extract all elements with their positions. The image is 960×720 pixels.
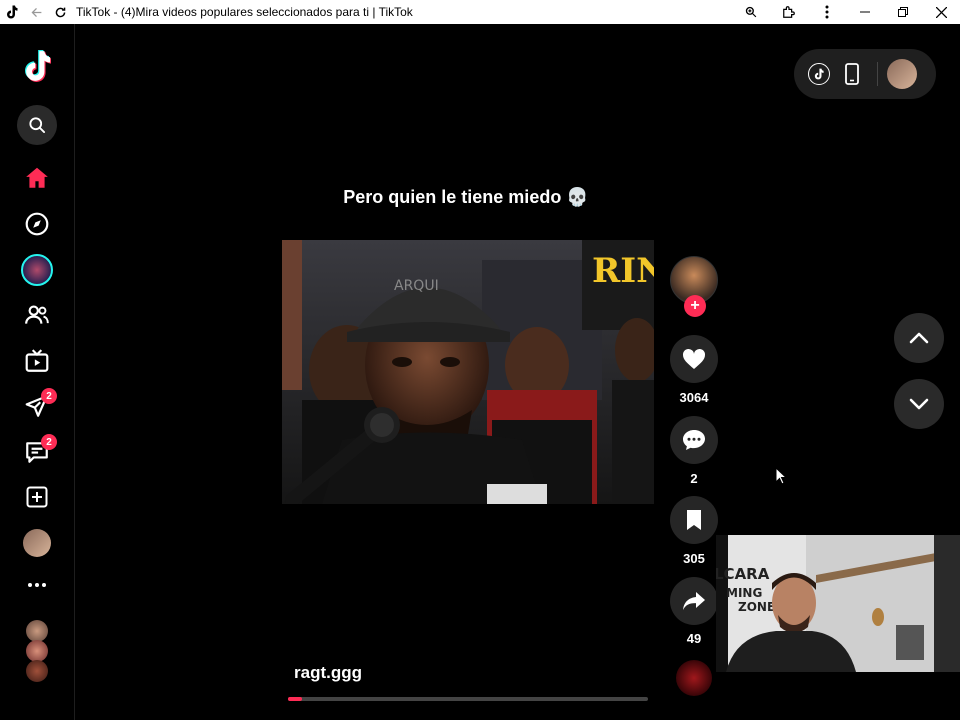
video-progress-fill — [288, 697, 303, 701]
previous-video-button[interactable] — [894, 313, 944, 363]
webcam-overlay: LCARA MING ZONE — [716, 535, 960, 672]
following-avatar[interactable] — [26, 640, 48, 662]
extensions-icon[interactable] — [770, 0, 808, 24]
heart-icon — [682, 348, 706, 369]
messages-send-icon[interactable]: 2 — [17, 386, 57, 426]
tiktok-logo-icon[interactable] — [17, 46, 57, 86]
close-icon[interactable] — [922, 0, 960, 24]
follow-plus-button[interactable]: + — [684, 295, 706, 317]
share-button[interactable] — [670, 577, 718, 625]
cap-text: ARQUI — [394, 278, 439, 294]
sidebar: 2 2 — [0, 24, 75, 720]
video-frame-image: RIN ARQUI — [282, 240, 654, 504]
webcam-image: LCARA MING ZONE — [716, 535, 960, 672]
share-arrow-icon — [683, 592, 705, 610]
profile-avatar[interactable] — [17, 523, 57, 563]
browser-titlebar: TikTok - (4)Mira videos populares selecc… — [0, 0, 960, 24]
search-icon[interactable] — [17, 105, 57, 145]
sound-disc-icon[interactable] — [676, 660, 712, 696]
following-avatar[interactable] — [26, 620, 48, 642]
following-users-icon[interactable] — [17, 295, 57, 335]
mouse-cursor-icon — [775, 466, 788, 490]
menu-kebab-icon[interactable] — [808, 0, 846, 24]
mobile-app-icon[interactable] — [842, 62, 862, 91]
window-title: TikTok - (4)Mira videos populares selecc… — [76, 5, 413, 19]
video-caption: Pero quien le tiene miedo 💀 — [343, 187, 589, 207]
tiktok-page: 2 2 Pero quien le tiene miedo 💀 RIN ARQU… — [0, 24, 960, 720]
account-avatar[interactable] — [887, 59, 917, 89]
explore-compass-icon[interactable] — [17, 204, 57, 244]
chevron-down-icon — [909, 398, 929, 410]
zoom-icon[interactable] — [732, 0, 770, 24]
comment-icon — [683, 430, 705, 450]
video-player[interactable]: RIN ARQUI — [282, 240, 654, 504]
save-button[interactable] — [670, 496, 718, 544]
live-avatar-icon[interactable] — [17, 250, 57, 290]
restore-icon[interactable] — [884, 0, 922, 24]
video-progress-bar[interactable] — [288, 697, 648, 701]
top-right-toolbar — [794, 49, 936, 99]
inbox-comment-icon[interactable]: 2 — [17, 432, 57, 472]
back-icon[interactable] — [24, 0, 48, 24]
video-author-username[interactable]: ragt.ggg — [294, 663, 362, 683]
home-icon[interactable] — [17, 158, 57, 198]
wall-text-2: MING — [726, 586, 762, 600]
wall-text-1: LCARA — [716, 565, 770, 583]
bookmark-icon — [687, 510, 701, 530]
tiktok-app-icon — [0, 0, 24, 24]
overlay-logo-text: RIN — [592, 251, 654, 291]
like-count: 3064 — [679, 390, 709, 405]
live-tv-icon[interactable] — [17, 341, 57, 381]
tiktok-coin-icon[interactable] — [808, 63, 830, 85]
inbox-badge: 2 — [41, 434, 57, 450]
next-video-button[interactable] — [894, 379, 944, 429]
upload-plus-icon[interactable] — [17, 477, 57, 517]
following-avatar[interactable] — [26, 660, 48, 682]
toolbar-divider — [877, 62, 878, 86]
more-icon[interactable] — [17, 565, 57, 605]
chevron-up-icon — [909, 332, 929, 344]
reload-icon[interactable] — [48, 0, 72, 24]
messages-badge: 2 — [41, 388, 57, 404]
wall-text-3: ZONE — [738, 600, 775, 614]
comment-button[interactable] — [670, 416, 718, 464]
minimize-icon[interactable] — [846, 0, 884, 24]
like-button[interactable] — [670, 335, 718, 383]
comment-count: 2 — [690, 471, 698, 486]
